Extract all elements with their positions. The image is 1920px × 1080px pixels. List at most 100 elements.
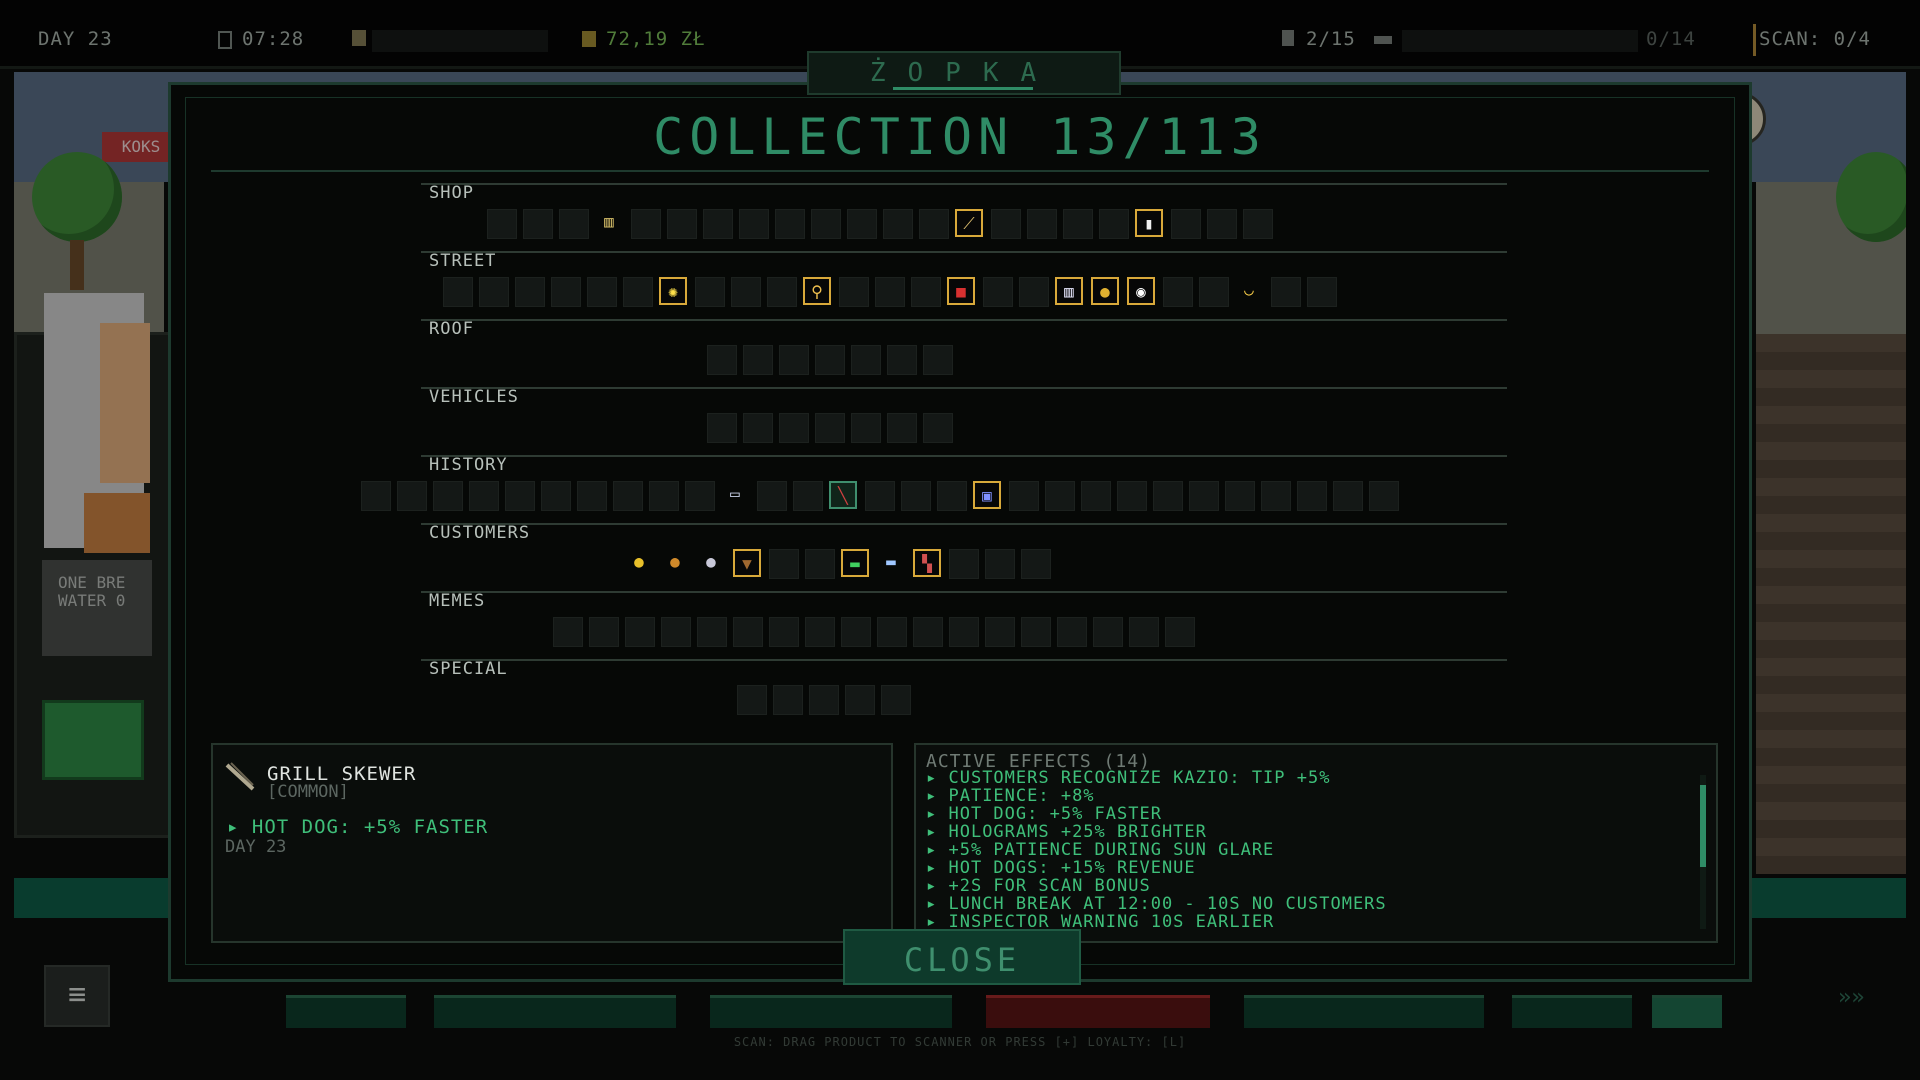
empty-slot[interactable]: [983, 277, 1013, 307]
empty-slot[interactable]: [559, 209, 589, 239]
empty-slot[interactable]: [631, 209, 661, 239]
empty-slot[interactable]: [737, 685, 767, 715]
empty-slot[interactable]: [809, 685, 839, 715]
collection-item-cash[interactable]: ▬: [841, 549, 869, 577]
empty-slot[interactable]: [613, 481, 643, 511]
empty-slot[interactable]: [1045, 481, 1075, 511]
collection-item-skewer[interactable]: ⟋: [955, 209, 983, 237]
empty-slot[interactable]: [1021, 549, 1051, 579]
empty-slot[interactable]: [743, 413, 773, 443]
empty-slot[interactable]: [487, 209, 517, 239]
empty-slot[interactable]: [815, 413, 845, 443]
empty-slot[interactable]: [361, 481, 391, 511]
collection-item-receipt[interactable]: ▮: [1135, 209, 1163, 237]
collection-item-sign[interactable]: ■: [947, 277, 975, 305]
empty-slot[interactable]: [397, 481, 427, 511]
empty-slot[interactable]: [697, 617, 727, 647]
collection-item-phone[interactable]: ▚: [913, 549, 941, 577]
empty-slot[interactable]: [1207, 209, 1237, 239]
empty-slot[interactable]: [523, 209, 553, 239]
collection-item-key[interactable]: ⚲: [803, 277, 831, 305]
empty-slot[interactable]: [1297, 481, 1327, 511]
empty-slot[interactable]: [553, 617, 583, 647]
empty-slot[interactable]: [1129, 617, 1159, 647]
collection-item-baton[interactable]: ╲: [829, 481, 857, 509]
empty-slot[interactable]: [887, 413, 917, 443]
empty-slot[interactable]: [1261, 481, 1291, 511]
empty-slot[interactable]: [811, 209, 841, 239]
empty-slot[interactable]: [839, 277, 869, 307]
empty-slot[interactable]: [649, 481, 679, 511]
empty-slot[interactable]: [1117, 481, 1147, 511]
empty-slot[interactable]: [1243, 209, 1273, 239]
empty-slot[interactable]: [505, 481, 535, 511]
empty-slot[interactable]: [707, 413, 737, 443]
empty-slot[interactable]: [901, 481, 931, 511]
empty-slot[interactable]: [949, 617, 979, 647]
empty-slot[interactable]: [703, 209, 733, 239]
empty-slot[interactable]: [919, 209, 949, 239]
empty-slot[interactable]: [779, 413, 809, 443]
empty-slot[interactable]: [769, 617, 799, 647]
collection-item-ticket[interactable]: ▥: [1055, 277, 1083, 305]
empty-slot[interactable]: [625, 617, 655, 647]
empty-slot[interactable]: [1369, 481, 1399, 511]
empty-slot[interactable]: [685, 481, 715, 511]
empty-slot[interactable]: [1099, 209, 1129, 239]
empty-slot[interactable]: [469, 481, 499, 511]
empty-slot[interactable]: [949, 549, 979, 579]
collection-item-sun[interactable]: ✺: [659, 277, 687, 305]
empty-slot[interactable]: [865, 481, 895, 511]
empty-slot[interactable]: [1063, 209, 1093, 239]
empty-slot[interactable]: [577, 481, 607, 511]
empty-slot[interactable]: [769, 549, 799, 579]
empty-slot[interactable]: [443, 277, 473, 307]
empty-slot[interactable]: [775, 209, 805, 239]
empty-slot[interactable]: [875, 277, 905, 307]
empty-slot[interactable]: [661, 617, 691, 647]
empty-slot[interactable]: [739, 209, 769, 239]
empty-slot[interactable]: [883, 209, 913, 239]
close-button[interactable]: CLOSE: [843, 929, 1081, 985]
empty-slot[interactable]: [1171, 209, 1201, 239]
empty-slot[interactable]: [991, 209, 1021, 239]
empty-slot[interactable]: [815, 345, 845, 375]
empty-slot[interactable]: [1057, 617, 1087, 647]
empty-slot[interactable]: [707, 345, 737, 375]
empty-slot[interactable]: [985, 617, 1015, 647]
empty-slot[interactable]: [433, 481, 463, 511]
empty-slot[interactable]: [779, 345, 809, 375]
empty-slot[interactable]: [911, 277, 941, 307]
collection-item-badge[interactable]: ▼: [733, 549, 761, 577]
empty-slot[interactable]: [985, 549, 1015, 579]
collection-item-pill[interactable]: ▬: [877, 549, 905, 577]
empty-slot[interactable]: [479, 277, 509, 307]
empty-slot[interactable]: [851, 413, 881, 443]
collection-item-banana[interactable]: ◡: [1235, 277, 1263, 305]
empty-slot[interactable]: [767, 277, 797, 307]
empty-slot[interactable]: [1021, 617, 1051, 647]
collection-item-nut[interactable]: ●: [661, 549, 689, 577]
empty-slot[interactable]: [551, 277, 581, 307]
empty-slot[interactable]: [1199, 277, 1229, 307]
empty-slot[interactable]: [1163, 277, 1193, 307]
empty-slot[interactable]: [793, 481, 823, 511]
empty-slot[interactable]: [1009, 481, 1039, 511]
empty-slot[interactable]: [541, 481, 571, 511]
empty-slot[interactable]: [743, 345, 773, 375]
empty-slot[interactable]: [1333, 481, 1363, 511]
empty-slot[interactable]: [1081, 481, 1111, 511]
empty-slot[interactable]: [851, 345, 881, 375]
empty-slot[interactable]: [1271, 277, 1301, 307]
collection-item-medal[interactable]: ●: [1091, 277, 1119, 305]
empty-slot[interactable]: [731, 277, 761, 307]
empty-slot[interactable]: [923, 345, 953, 375]
empty-slot[interactable]: [913, 617, 943, 647]
active-effects-panel[interactable]: ACTIVE EFFECTS (14) CUSTOMERS RECOGNIZE …: [914, 743, 1718, 943]
empty-slot[interactable]: [1165, 617, 1195, 647]
empty-slot[interactable]: [757, 481, 787, 511]
empty-slot[interactable]: [881, 685, 911, 715]
collection-item-disc[interactable]: ●: [697, 549, 725, 577]
empty-slot[interactable]: [847, 209, 877, 239]
empty-slot[interactable]: [695, 277, 725, 307]
